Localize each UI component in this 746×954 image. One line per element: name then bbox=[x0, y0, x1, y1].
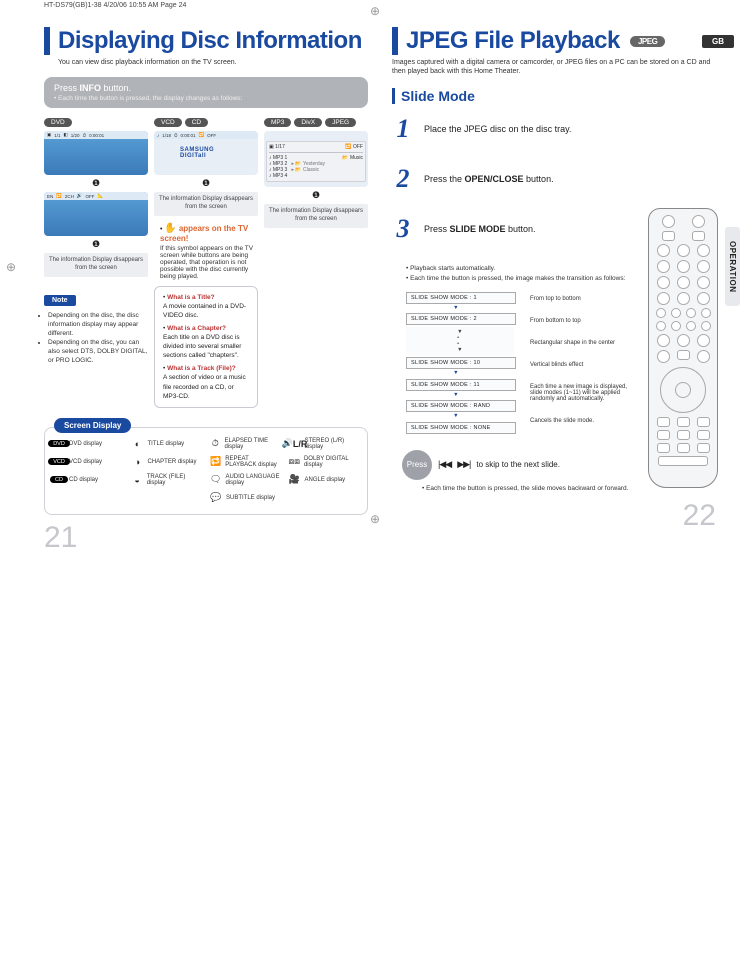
screen-sim-mp3: ▣ 1/17🔁 OFF ♪ MP3 1📂 Music ♪ MP3 2 ▸ 📂 Y… bbox=[264, 131, 368, 187]
pill-vcd: VCD bbox=[154, 118, 182, 127]
page-number-left: 21 bbox=[44, 521, 368, 555]
step-num-1: 1 bbox=[392, 114, 414, 144]
skip-back-icon: |◀◀ bbox=[438, 459, 451, 470]
faq-q1: What is a Title? bbox=[167, 294, 215, 301]
heading-disc-info: Displaying Disc Information bbox=[58, 27, 368, 55]
icon-track-display: ◒TRACK (FILE) display bbox=[132, 474, 203, 486]
icon-dvd-display: DVDDVD display bbox=[53, 438, 124, 450]
skip-text: to skip to the next slide. bbox=[476, 460, 560, 469]
icon-angle-display: 🎥ANGLE display bbox=[289, 474, 360, 486]
press-button: Press bbox=[402, 450, 432, 480]
mode-none: SLIDE SHOW MODE : NONE bbox=[406, 422, 516, 434]
mode-desc-none: Cancels the slide mode. bbox=[530, 418, 640, 424]
faq-box: • What is a Title?A movie contained in a… bbox=[154, 286, 258, 408]
mode-desc-11: Vertical blinds effect bbox=[530, 362, 640, 368]
step-3: 3 Press SLIDE MODE button. bbox=[392, 214, 636, 244]
screen-sim-vcd: ♪1/18⏱0:00:01🔁OFF SAMSUNG DIGITall bbox=[154, 131, 258, 175]
crop-mark-bottom: ⊕ bbox=[370, 512, 380, 526]
icon-dolby-display: ⧈⧈DOLBY DIGITAL display bbox=[289, 456, 360, 468]
jpeg-badge: JPEG bbox=[630, 36, 665, 47]
mode-desc-10: Rectangular shape in the center bbox=[530, 340, 640, 346]
icon-cd-display: CDCD display bbox=[53, 474, 124, 486]
mode-11: SLIDE SHOW MODE : 11 bbox=[406, 379, 516, 391]
infobox-sub: • Each time the button is pressed, the d… bbox=[54, 95, 358, 102]
icon-elapsed-display: ⏱ELAPSED TIME display bbox=[210, 438, 281, 450]
step-text-1: Place the JPEG disc on the disc tray. bbox=[424, 124, 571, 134]
pill-dvd: DVD bbox=[44, 118, 72, 127]
note-tag: Note bbox=[44, 295, 76, 306]
heading-subtitle: You can view disc playback information o… bbox=[44, 58, 368, 67]
mode-10: SLIDE SHOW MODE : 10 bbox=[406, 357, 516, 369]
step-2: 2 Press the OPEN/CLOSE button. bbox=[392, 164, 636, 194]
vcd-column: VCD CD ♪1/18⏱0:00:01🔁OFF SAMSUNG DIGITal… bbox=[154, 118, 258, 408]
pill-cd: CD bbox=[185, 118, 208, 127]
step-text-2: Press the OPEN/CLOSE button. bbox=[424, 174, 554, 184]
icon-subtitle-display: 💬SUBTITLE display bbox=[210, 492, 281, 504]
screen-sim-dvd-1: ▣1/1◧1/20⏱0:00:01 bbox=[44, 131, 148, 175]
icon-stereo-display: 🔊L/RSTEREO (L/R) display bbox=[289, 438, 360, 450]
remote-control-illustration bbox=[648, 208, 718, 488]
step-num-3: 3 bbox=[392, 214, 414, 244]
screen-display-panel: DVDDVD display ◐TITLE display ⏱ELAPSED T… bbox=[44, 427, 368, 515]
heading-jpeg: JPEG File Playback JPEG bbox=[406, 27, 716, 55]
hand-icon: ✋ bbox=[164, 223, 176, 234]
page-left: Displaying Disc Information You can view… bbox=[44, 27, 368, 555]
remote-dpad bbox=[660, 367, 706, 413]
infobox-title: Press INFO button. bbox=[54, 83, 358, 93]
step-icon-2: ❶ bbox=[44, 239, 148, 250]
step-1: 1 Place the JPEG disc on the disc tray. bbox=[392, 114, 636, 144]
step-num-2: 2 bbox=[392, 164, 414, 194]
dvd-column: DVD ▣1/1◧1/20⏱0:00:01 ❶ EN🔁2CH🔊OFF📐 ❶ Th… bbox=[44, 118, 148, 408]
mode-desc-2: From bottom to top bbox=[530, 318, 640, 324]
mode-desc-1: From top to bottom bbox=[530, 296, 640, 302]
screen-display-tag: Screen Display bbox=[54, 418, 131, 433]
skip-fwd-icon: ▶▶| bbox=[457, 459, 470, 470]
icon-audio-lang-display: 🗨AUDIO LANGUAGE display bbox=[210, 474, 281, 486]
faq-a3: A section of video or a music file recor… bbox=[163, 374, 246, 399]
screen-sim-dvd-2: EN🔁2CH🔊OFF📐 bbox=[44, 192, 148, 236]
step-icon: ❶ bbox=[44, 178, 148, 189]
icon-vcd-display: VCDVCD display bbox=[53, 456, 124, 468]
mp3-column: MP3 DivX JPEG ▣ 1/17🔁 OFF ♪ MP3 1📂 Music… bbox=[264, 118, 368, 408]
faq-a2: Each title on a DVD disc is divided into… bbox=[163, 334, 241, 359]
gb-badge: GB bbox=[702, 35, 734, 48]
warn-body: If this symbol appears on the TV screen … bbox=[160, 245, 258, 280]
pill-divx: DivX bbox=[294, 118, 322, 127]
note-list: Depending on the disc, the disc informat… bbox=[44, 311, 148, 366]
faq-q3: What is a Track (File)? bbox=[167, 365, 236, 372]
step-icon-m: ❶ bbox=[264, 190, 368, 201]
icon-title-display: ◐TITLE display bbox=[132, 438, 203, 450]
crop-mark-left: ⊕ bbox=[6, 260, 16, 274]
operation-tab: OPERATION bbox=[725, 227, 740, 306]
crop-mark-top: ⊕ bbox=[370, 4, 380, 18]
faq-a1: A movie contained in a DVD-VIDEO disc. bbox=[163, 303, 246, 319]
section-slide-mode: Slide Mode bbox=[392, 88, 716, 104]
step-text-3: Press SLIDE MODE button. bbox=[424, 224, 536, 234]
mode-desc-rand: Each time a new image is displayed, slid… bbox=[530, 384, 640, 402]
faq-q2: What is a Chapter? bbox=[167, 325, 226, 332]
caption-mp3: The information Display disappears from … bbox=[264, 204, 368, 228]
pill-mp3: MP3 bbox=[264, 118, 291, 127]
caption-dvd: The information Display disappears from … bbox=[44, 253, 148, 277]
icon-chapter-display: ◑CHAPTER display bbox=[132, 456, 203, 468]
note-1: Depending on the disc, the disc informat… bbox=[48, 311, 148, 338]
mode-2: SLIDE SHOW MODE : 2 bbox=[406, 313, 516, 325]
note-2: Depending on the disc, you can also sele… bbox=[48, 338, 148, 365]
heading-subtitle-r: Images captured with a digital camera or… bbox=[392, 58, 716, 76]
page-number-right: 22 bbox=[392, 499, 716, 533]
page-right: GB OPERATION JPEG File Playback JPEG Ima… bbox=[392, 27, 716, 555]
caption-vcd: The information Display disappears from … bbox=[154, 192, 258, 216]
info-box: Press INFO button. • Each time the butto… bbox=[44, 77, 368, 108]
warn-row: • ✋ appears on the TV screen! If this sy… bbox=[154, 224, 258, 280]
pill-jpeg: JPEG bbox=[325, 118, 356, 127]
icon-repeat-display: 🔁REPEAT PLAYBACK display bbox=[210, 456, 281, 468]
samsung-logo: SAMSUNG DIGITall bbox=[180, 147, 232, 159]
mode-1: SLIDE SHOW MODE : 1 bbox=[406, 292, 516, 304]
mode-rand: SLIDE SHOW MODE : RAND bbox=[406, 400, 516, 412]
step-icon-v: ❶ bbox=[154, 178, 258, 189]
